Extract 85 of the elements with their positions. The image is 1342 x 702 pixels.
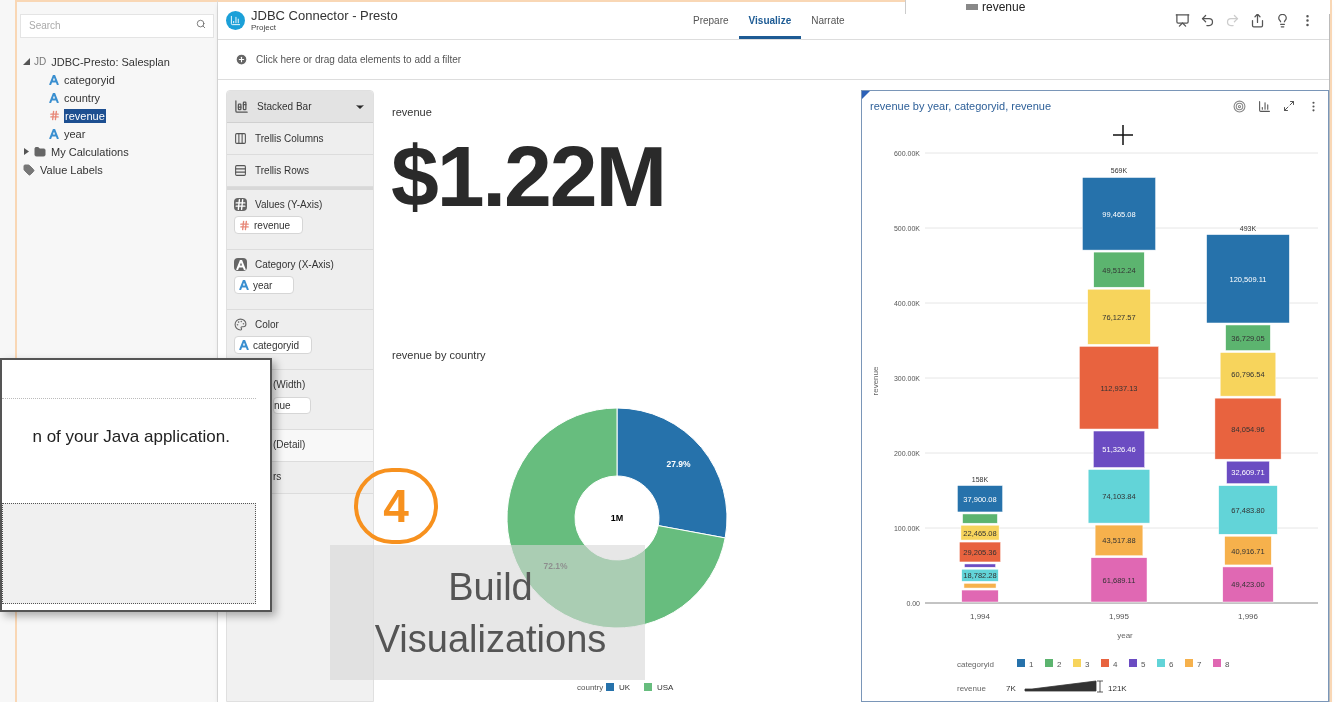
attribute-box-icon bbox=[234, 258, 247, 271]
filter-bar-hint[interactable]: Click here or drag data elements to add a filter bbox=[256, 52, 462, 67]
app-logo-icon bbox=[226, 11, 245, 30]
chart-title: revenue by year, categoryid, revenue bbox=[870, 98, 1052, 114]
maximize-icon[interactable] bbox=[1283, 100, 1295, 112]
donut-center-label: 1M bbox=[610, 513, 624, 523]
stacked-bar-icon bbox=[234, 99, 249, 114]
x-tick-label: 1,995 bbox=[1109, 612, 1129, 621]
legend-label: 2 bbox=[1057, 660, 1062, 669]
kpi-title: revenue bbox=[392, 105, 433, 120]
drop-zone-label: rs bbox=[273, 470, 282, 484]
attribute-icon bbox=[49, 128, 59, 139]
tree-item[interactable]: JDBC-Presto: Salesplan bbox=[50, 54, 171, 69]
field-chip[interactable]: nue bbox=[273, 397, 311, 414]
tree-item[interactable]: country bbox=[63, 90, 102, 105]
legend-max-label: 121K bbox=[1108, 684, 1127, 693]
undo-icon[interactable] bbox=[1200, 13, 1215, 28]
slice-label: 72.1% bbox=[543, 561, 568, 572]
step-number-badge: 4 bbox=[354, 468, 438, 544]
legend-swatch bbox=[644, 683, 652, 691]
tab[interactable]: Visualize bbox=[738, 2, 802, 39]
x-tick-label: 1,994 bbox=[970, 612, 990, 621]
tree-item[interactable]: Value Labels bbox=[39, 162, 104, 177]
legend-label: 5 bbox=[1141, 660, 1146, 669]
attribute-icon bbox=[49, 92, 59, 103]
chart-title: revenue by country bbox=[392, 347, 487, 363]
tab[interactable]: Prepare bbox=[683, 2, 739, 39]
add-filter-icon[interactable] bbox=[235, 53, 248, 66]
drop-zone-label: (Detail) bbox=[273, 438, 306, 452]
legend-title: categoryid bbox=[957, 660, 994, 669]
rows-icon bbox=[234, 164, 247, 177]
expanded-triangle-icon[interactable] bbox=[23, 58, 30, 65]
visualization-type-label: Stacked Bar bbox=[257, 100, 313, 114]
legend-min-label: 7K bbox=[1006, 684, 1016, 693]
slice-label: 27.9% bbox=[666, 458, 691, 469]
tree-item[interactable]: categoryid bbox=[63, 72, 116, 87]
layout-option[interactable]: Trellis Rows bbox=[255, 163, 310, 178]
attribute-icon bbox=[49, 74, 59, 85]
window-icon bbox=[966, 4, 978, 10]
search-icon[interactable] bbox=[196, 19, 206, 29]
lightbulb-icon[interactable] bbox=[1275, 13, 1290, 28]
project-title: JDBC Connector - Presto bbox=[251, 8, 399, 23]
visualization-type-dropdown[interactable]: Stacked Bar bbox=[227, 91, 373, 123]
drop-zone-label: Category (X-Axis) bbox=[255, 258, 334, 272]
project-subtitle: Project bbox=[251, 23, 277, 33]
legend-label: 3 bbox=[1085, 660, 1090, 669]
legend-label: 1 bbox=[1029, 660, 1034, 669]
legend-title: revenue bbox=[957, 684, 986, 693]
legend-title: country bbox=[577, 683, 604, 692]
legend-label: 7 bbox=[1197, 660, 1202, 669]
x-axis-title: year bbox=[1117, 631, 1133, 640]
drop-zone-label: Color bbox=[255, 318, 279, 332]
tree-item[interactable]: My Calculations bbox=[50, 144, 130, 159]
corner-marker bbox=[862, 91, 870, 99]
legend-label: 4 bbox=[1113, 660, 1118, 669]
kpi-value: $1.22M bbox=[391, 130, 666, 221]
share-icon[interactable] bbox=[1250, 13, 1265, 28]
search-field[interactable]: Search bbox=[20, 13, 214, 38]
window-title: revenue bbox=[982, 0, 1026, 14]
legend-label: USA bbox=[657, 683, 674, 692]
presentation-icon[interactable] bbox=[1175, 13, 1190, 28]
y-axis-title: revenue bbox=[871, 366, 880, 396]
crosshair-cursor-icon bbox=[1113, 125, 1133, 145]
target-icon[interactable] bbox=[1233, 99, 1246, 113]
bar-chart-icon[interactable] bbox=[1258, 99, 1271, 113]
hash-icon bbox=[234, 198, 247, 211]
legend-label: UK bbox=[619, 683, 631, 692]
palette-icon bbox=[234, 318, 247, 331]
measure-icon bbox=[49, 110, 60, 121]
source-prefix: JD bbox=[34, 55, 47, 69]
drop-zone-label: Values (Y-Axis) bbox=[255, 198, 323, 212]
collapsed-triangle-icon[interactable] bbox=[23, 148, 30, 155]
tree-item[interactable]: year bbox=[63, 126, 87, 141]
legend-swatch bbox=[606, 683, 614, 691]
tab[interactable]: Narrate bbox=[801, 2, 855, 39]
drop-zone-label: (Width) bbox=[273, 378, 306, 392]
tag-icon bbox=[23, 163, 35, 176]
folder-icon bbox=[34, 145, 46, 158]
legend-label: 6 bbox=[1169, 660, 1174, 669]
legend-label: 8 bbox=[1225, 660, 1230, 669]
tree-item[interactable]: revenue bbox=[64, 108, 106, 123]
layout-option[interactable]: Trellis Columns bbox=[255, 131, 324, 146]
columns-icon bbox=[234, 132, 247, 145]
dialog-text: n of your Java application. bbox=[31, 426, 231, 448]
x-tick-label: 1,996 bbox=[1238, 612, 1258, 621]
